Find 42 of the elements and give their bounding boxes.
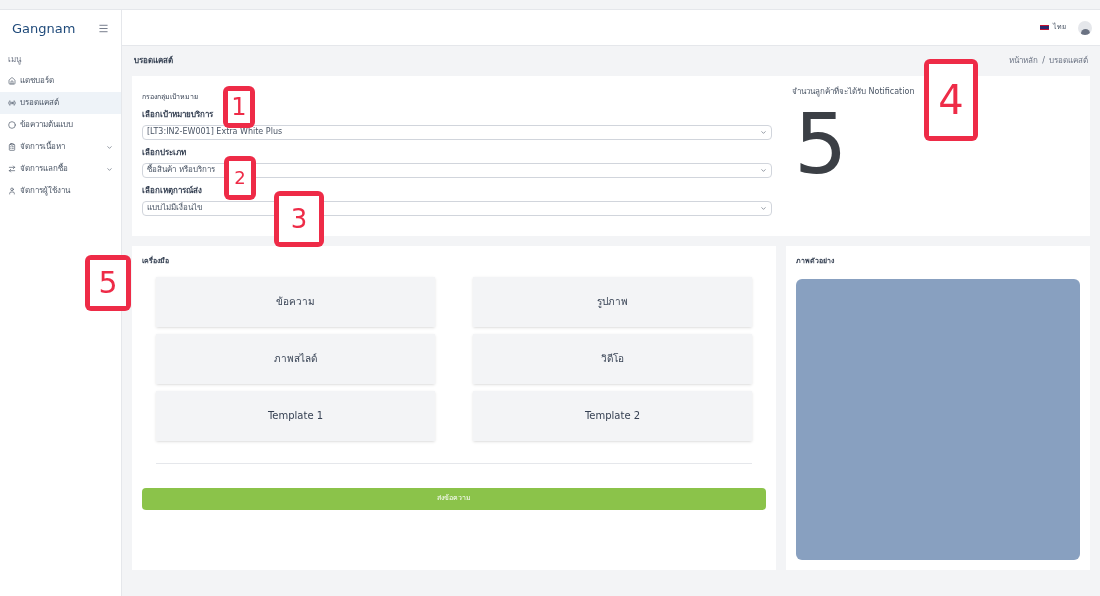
sidebar-item[interactable]: จัดการแลกซื้อ (0, 158, 121, 180)
number-callout: 5 (85, 255, 131, 311)
menu-item-icon (8, 187, 16, 195)
sidebar-item[interactable]: แดชบอร์ด (0, 70, 121, 92)
breadcrumb-current: บรอดแคสต์ (1049, 55, 1088, 67)
tool-button[interactable]: วิดีโอ (473, 333, 752, 384)
notification-count: 5 (794, 102, 848, 186)
menu-item-icon (8, 77, 16, 85)
tool-button[interactable]: ข้อความ (156, 276, 435, 327)
sidebar-item[interactable]: จัดการผู้ใช้งาน (0, 180, 121, 202)
field-label: เลือกเหตุการณ์ส่ง (142, 184, 202, 197)
breadcrumb-link[interactable]: หน้าหลัก (1009, 55, 1039, 67)
tool-button[interactable]: ภาพสไลด์ (156, 333, 435, 384)
tool-button[interactable]: รูปภาพ (473, 276, 752, 327)
chevron-icon (760, 204, 767, 212)
sidebar-heading: เมนู (7, 54, 23, 66)
field-label: เลือกประเภท (142, 146, 186, 159)
menu-item-icon (8, 165, 16, 173)
chevron-icon (760, 128, 767, 136)
chevron-icon (760, 166, 767, 174)
page-title: บรอดแคสต์ (134, 55, 173, 67)
menu-item-icon (8, 143, 16, 151)
logo[interactable]: Gangnam (12, 21, 76, 35)
tool-button[interactable]: Template 1 (156, 390, 435, 441)
flag-icon (1040, 25, 1049, 30)
chevron-icon (106, 165, 113, 173)
menu-icon[interactable] (98, 22, 109, 34)
notification-label: จำนวนลูกค้าที่จะได้รับ Notification (792, 86, 915, 98)
user-avatar[interactable] (1078, 20, 1092, 35)
breadcrumb-separator: / (1042, 55, 1045, 67)
number-callout: 1 (223, 86, 255, 128)
sidebar-item[interactable]: บรอดแคสต์ (0, 92, 121, 114)
tool-button[interactable]: Template 2 (473, 390, 752, 441)
menu-item-icon (8, 121, 16, 129)
number-callout: 4 (924, 59, 978, 141)
sidebar-item[interactable]: จัดการเนื้อหา (0, 136, 121, 158)
menu-item-icon (8, 99, 16, 107)
chevron-icon (106, 143, 113, 151)
number-callout: 3 (274, 191, 324, 247)
field-label: เลือกเป้าหมายบริการ (142, 108, 213, 121)
number-callout: 2 (224, 156, 256, 200)
sidebar-item[interactable]: ข้อความต้นแบบ (0, 114, 121, 136)
